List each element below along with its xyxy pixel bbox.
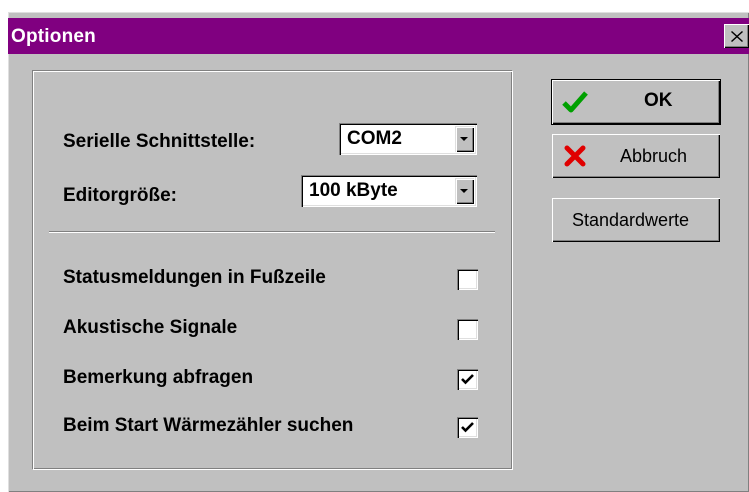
option-label: Beim Start Wärmezähler suchen	[63, 415, 354, 436]
option-label: Statusmeldungen in Fußzeile	[63, 267, 326, 288]
editor-size-value: 100 kByte	[309, 180, 398, 201]
serial-port-label: Serielle Schnittstelle:	[63, 131, 255, 153]
red-x-icon	[564, 145, 586, 167]
ok-button-label: OK	[644, 90, 673, 111]
option-label: Akustische Signale	[63, 317, 238, 338]
ok-button[interactable]: OK	[551, 79, 721, 125]
title-bar[interactable]: Optionen	[8, 18, 749, 54]
ask-comment-checkbox[interactable]	[457, 369, 478, 390]
editor-size-label-text: Editorgröße:	[63, 185, 177, 206]
statusbar-messages-checkbox[interactable]	[457, 269, 478, 290]
options-dialog: Optionen Serielle Schnittstelle: COM2 Ed…	[8, 12, 749, 492]
checkmark-icon	[461, 374, 474, 385]
serial-port-label-text: Serielle Schnittstelle:	[63, 131, 256, 152]
close-button[interactable]	[724, 24, 749, 48]
checkmark-icon	[562, 91, 588, 113]
checkmark-icon	[461, 422, 474, 433]
defaults-button[interactable]: Standardwerte	[552, 198, 720, 242]
acoustic-signals-checkbox[interactable]	[457, 319, 478, 340]
window-title: Optionen	[11, 26, 96, 47]
serial-port-select[interactable]: COM2	[339, 123, 477, 155]
settings-group: Serielle Schnittstelle: COM2 Editorgröße…	[32, 70, 513, 470]
cancel-button-label: Abbruch	[620, 146, 688, 166]
group-divider	[49, 231, 495, 233]
option-label: Bemerkung abfragen	[63, 367, 254, 388]
chevron-down-icon[interactable]	[455, 126, 474, 152]
close-icon	[730, 30, 743, 42]
search-heat-meter-checkbox[interactable]	[457, 417, 478, 438]
defaults-button-label: Standardwerte	[572, 210, 690, 230]
serial-port-value: COM2	[347, 128, 402, 149]
cancel-button[interactable]: Abbruch	[552, 134, 720, 178]
editor-size-label: Editorgröße:	[63, 185, 177, 207]
editor-size-select[interactable]: 100 kByte	[301, 175, 477, 207]
chevron-down-icon[interactable]	[455, 178, 474, 204]
